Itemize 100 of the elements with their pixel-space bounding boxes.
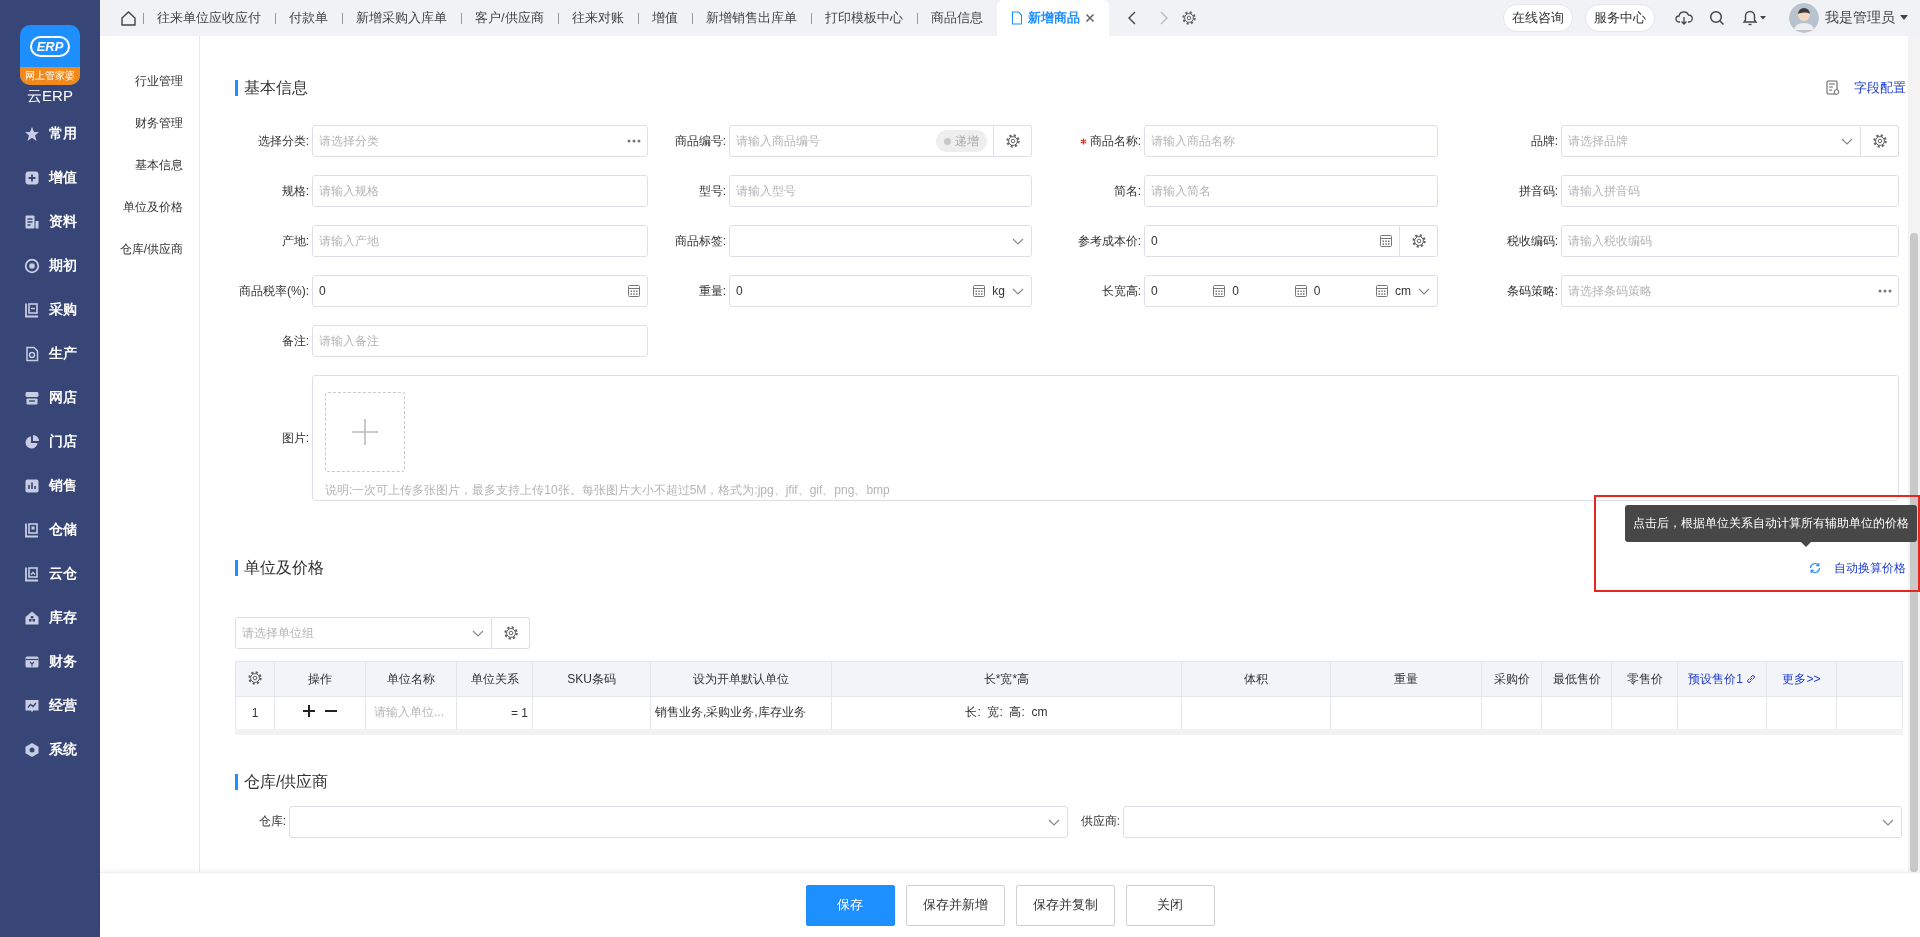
- tab[interactable]: 新增销售出库单: [691, 0, 811, 36]
- weight-field[interactable]: 0 kg: [729, 275, 1032, 307]
- calculator-icon[interactable]: [1375, 284, 1389, 298]
- search-icon[interactable]: [1709, 10, 1725, 26]
- pie-chart-icon: [24, 434, 40, 450]
- text-field[interactable]: 请输入规格: [312, 175, 648, 207]
- select-field[interactable]: [1123, 805, 1902, 838]
- auto-convert-price-link[interactable]: 自动换算价格: [1834, 559, 1906, 577]
- footer-button[interactable]: 保存并新增: [905, 884, 1005, 926]
- footer-button[interactable]: 保存并复制: [1015, 884, 1115, 926]
- sidebar-item[interactable]: 网店: [0, 376, 100, 420]
- tab[interactable]: 新增采购入库单: [342, 0, 461, 36]
- settings-button[interactable]: [994, 125, 1032, 157]
- field-label: 参考成本价:: [1077, 232, 1141, 250]
- section-link[interactable]: 行业管理: [135, 60, 199, 102]
- tooltip: 点击后，根据单位关系自动计算所有辅助单位的价格: [1625, 505, 1917, 547]
- sidebar-item[interactable]: 期初: [0, 244, 100, 288]
- document-icon: [1010, 11, 1023, 25]
- sidebar-item[interactable]: 门店: [0, 420, 100, 464]
- more-icon[interactable]: [627, 139, 641, 143]
- field-label: 仓库:: [258, 813, 286, 830]
- section-title: 基本信息: [235, 80, 308, 96]
- sidebar-item[interactable]: 经营: [0, 684, 100, 728]
- field-label: 产地:: [281, 232, 309, 250]
- sidebar-item[interactable]: 仓储: [0, 508, 100, 552]
- sidebar-item[interactable]: 常用: [0, 112, 100, 156]
- sidebar-item[interactable]: 销售: [0, 464, 100, 508]
- section-link[interactable]: 仓库/供应商: [119, 228, 199, 270]
- home-icon[interactable]: [120, 9, 137, 27]
- header-button[interactable]: 服务中心: [1585, 4, 1655, 32]
- row-number: 1: [235, 696, 275, 732]
- select-field[interactable]: [729, 225, 1032, 257]
- more-icon[interactable]: [1878, 289, 1892, 293]
- text-field[interactable]: 请输入税收编码: [1561, 225, 1899, 257]
- footer-button[interactable]: 关闭: [1125, 884, 1215, 926]
- sidebar-item[interactable]: 增值: [0, 156, 100, 200]
- unit-select[interactable]: cm: [1395, 284, 1431, 298]
- tab[interactable]: 商品信息: [916, 0, 997, 36]
- calculator-icon[interactable]: [1212, 284, 1227, 298]
- sidebar-item[interactable]: 云仓: [0, 552, 100, 596]
- calculator-icon[interactable]: [1293, 284, 1308, 298]
- settings-button[interactable]: [1400, 225, 1438, 257]
- field-config-link[interactable]: 字段配置: [1854, 79, 1906, 97]
- select-field[interactable]: [289, 805, 1068, 838]
- form-settings-icon[interactable]: [1826, 80, 1840, 96]
- field-label: 选择分类:: [257, 132, 309, 150]
- tab[interactable]: 客户/供应商: [461, 0, 558, 36]
- header-button[interactable]: 在线咨询: [1503, 4, 1573, 32]
- sidebar-item[interactable]: 生产: [0, 332, 100, 376]
- tab[interactable]: 增值: [637, 0, 692, 36]
- calculator-icon[interactable]: [1379, 234, 1393, 248]
- field-label: 商品名称:: [1079, 132, 1141, 150]
- avatar[interactable]: [1789, 3, 1819, 33]
- add-row-icon[interactable]: [302, 704, 316, 719]
- dimensions-field[interactable]: 0 0 0 cm: [1144, 275, 1438, 307]
- column-header: 长*宽*高: [831, 661, 1182, 697]
- sidebar-item[interactable]: 财务: [0, 640, 100, 684]
- section-link[interactable]: 单位及价格: [123, 186, 199, 228]
- calculator-icon[interactable]: [627, 284, 641, 298]
- column-header: 最低售价: [1541, 661, 1612, 697]
- settings-icon: [1871, 133, 1888, 149]
- field-label: 商品编号:: [674, 132, 726, 150]
- text-field[interactable]: 请输入型号: [729, 175, 1032, 207]
- section-title: 单位及价格: [235, 560, 324, 576]
- caret-icon[interactable]: [1900, 15, 1908, 21]
- section-link[interactable]: 基本信息: [135, 144, 199, 186]
- sidebar-item[interactable]: 资料: [0, 200, 100, 244]
- calculator-icon[interactable]: [972, 284, 987, 298]
- scrollbar[interactable]: [1908, 36, 1920, 872]
- text-field[interactable]: 请输入备注: [312, 325, 648, 357]
- sidebar-item[interactable]: 库存: [0, 596, 100, 640]
- section-link[interactable]: 财务管理: [135, 102, 199, 144]
- text-field[interactable]: 请输入商品名称: [1144, 125, 1438, 157]
- settings-icon: [1180, 10, 1197, 26]
- field-label: 商品税率(%):: [239, 282, 309, 300]
- number-field[interactable]: 0: [1144, 225, 1400, 257]
- number-field[interactable]: 0: [312, 275, 648, 307]
- wallet-icon: [24, 654, 40, 670]
- settings-icon: [1004, 133, 1021, 149]
- unit-select[interactable]: kg: [992, 284, 1025, 298]
- text-field[interactable]: 请输入简名: [1144, 175, 1438, 207]
- settings-button[interactable]: [1861, 125, 1899, 157]
- tab[interactable]: 打印模板中心: [810, 0, 917, 36]
- text-field[interactable]: 请输入产地: [312, 225, 648, 257]
- field-label: 供应商:: [1080, 813, 1120, 830]
- settings-icon: [1410, 233, 1427, 249]
- tab[interactable]: 往来单位应收应付: [143, 0, 275, 36]
- column-header: 单位关系: [456, 661, 533, 697]
- bell-icon[interactable]: [1741, 9, 1767, 27]
- sidebar-item[interactable]: 系统: [0, 728, 100, 772]
- user-name[interactable]: 我是管理员: [1825, 9, 1895, 27]
- text-field[interactable]: 请输入拼音码: [1561, 175, 1899, 207]
- refresh-icon[interactable]: [1808, 561, 1822, 575]
- sidebar-item[interactable]: 采购: [0, 288, 100, 332]
- field-label: 型号:: [698, 182, 726, 200]
- close-icon[interactable]: [1084, 13, 1095, 23]
- tab[interactable]: 付款单: [275, 0, 342, 36]
- settings-button[interactable]: [492, 617, 530, 649]
- cloud-download-icon[interactable]: [1675, 10, 1693, 26]
- tab[interactable]: 往来对账: [557, 0, 638, 36]
